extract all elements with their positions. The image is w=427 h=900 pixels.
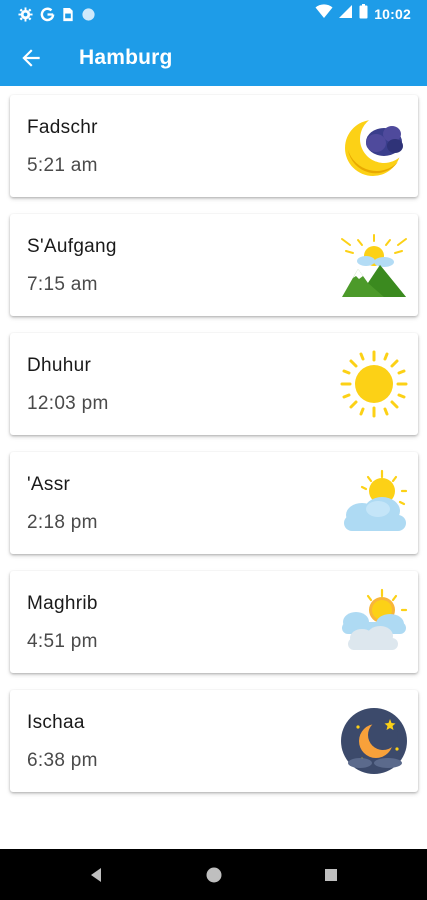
night-moon-icon	[340, 707, 408, 775]
circle-icon	[81, 7, 96, 22]
app-bar: Hamburg	[0, 28, 427, 86]
prayer-name: S'Aufgang	[27, 236, 117, 257]
prayer-name: Fadschr	[27, 117, 98, 138]
prayer-name: Dhuhur	[27, 355, 92, 376]
prayer-card-assr[interactable]: 'Assr 2:18 pm	[10, 452, 418, 554]
prayer-name: 'Assr	[27, 474, 71, 495]
status-bar: 10:02	[0, 0, 427, 28]
recents-square-icon[interactable]	[318, 862, 344, 888]
page-title: Hamburg	[79, 46, 173, 69]
status-left-icons	[18, 5, 96, 23]
system-nav-bar	[0, 849, 427, 900]
sun-clouds-icon	[340, 588, 408, 656]
arrow-left-icon[interactable]	[18, 45, 44, 71]
sim-card-icon	[62, 7, 74, 22]
prayer-name: Ischaa	[27, 712, 85, 733]
back-triangle-icon[interactable]	[83, 862, 109, 888]
prayer-card-ischaa[interactable]: Ischaa 6:38 pm	[10, 690, 418, 792]
status-time: 10:02	[374, 6, 411, 22]
google-icon	[40, 7, 55, 22]
prayer-card-dhuhur[interactable]: Dhuhur 12:03 pm	[10, 333, 418, 435]
sun-behind-cloud-icon	[340, 469, 408, 537]
prayer-card-maghrib[interactable]: Maghrib 4:51 pm	[10, 571, 418, 673]
crescent-moon-cloud-icon	[340, 112, 408, 180]
prayer-time: 4:51 pm	[27, 631, 98, 652]
battery-icon	[359, 4, 368, 24]
home-circle-icon[interactable]	[201, 862, 227, 888]
sun-icon	[340, 350, 408, 418]
prayer-times-list: Fadschr 5:21 am S'Aufgang 7:15 am Dhuhur…	[10, 95, 418, 809]
prayer-time: 7:15 am	[27, 274, 98, 295]
sunrise-mountains-icon	[340, 231, 408, 299]
prayer-time: 2:18 pm	[27, 512, 98, 533]
status-right-icons: 10:02	[315, 4, 411, 24]
prayer-time: 5:21 am	[27, 155, 98, 176]
prayer-name: Maghrib	[27, 593, 98, 614]
prayer-card-saufgang[interactable]: S'Aufgang 7:15 am	[10, 214, 418, 316]
prayer-time: 12:03 pm	[27, 393, 109, 414]
prayer-card-fadschr[interactable]: Fadschr 5:21 am	[10, 95, 418, 197]
prayer-time: 6:38 pm	[27, 750, 98, 771]
cell-signal-icon	[339, 4, 353, 24]
gear-icon	[18, 6, 33, 22]
wifi-icon	[315, 4, 333, 24]
